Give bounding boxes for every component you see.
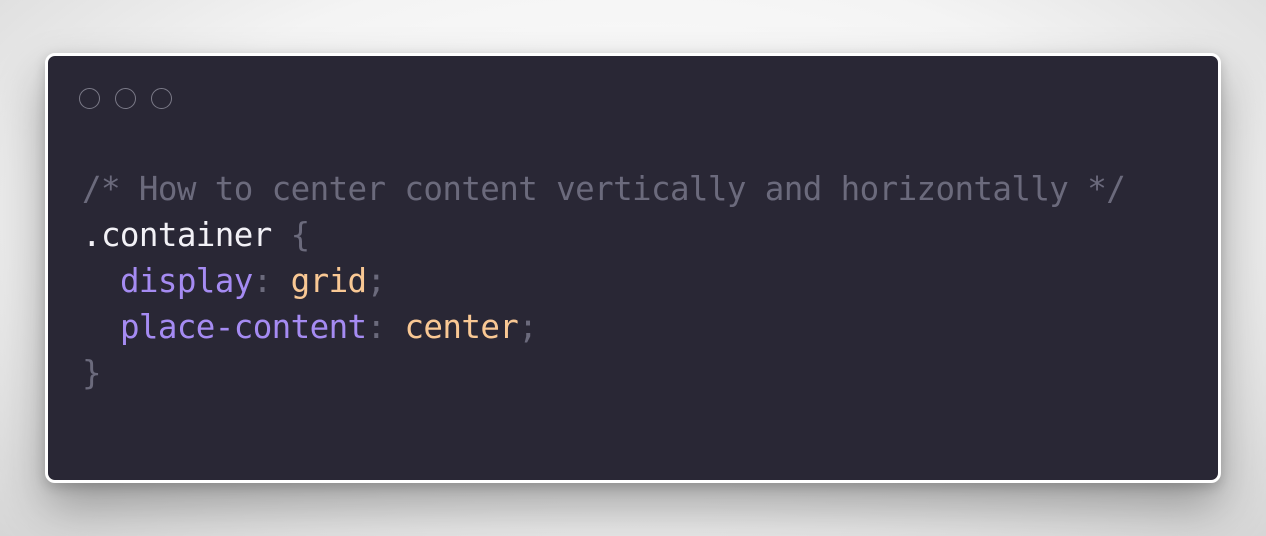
maximize-dot-icon[interactable] [151,88,172,109]
code-line-comment: /* How to center content vertically and … [82,166,1126,212]
colon: : [252,262,273,300]
close-brace: } [82,354,102,392]
code-window: /* How to center content vertically and … [45,53,1221,483]
semicolon: ; [366,262,387,300]
code-line-selector: .container { [82,212,1125,258]
code-line-close: } [82,350,1125,396]
colon: : [366,308,387,346]
property-value: grid [290,262,367,300]
open-brace: { [290,216,311,254]
minimize-dot-icon[interactable] [115,88,136,109]
code-line-declaration: display: grid; [82,258,1125,304]
comment-text: /* How to center content vertically and … [82,170,1126,208]
close-dot-icon[interactable] [79,88,100,109]
selector-text: .container [82,216,272,254]
property-name: display [119,262,253,300]
semicolon: ; [518,308,538,346]
window-controls [79,88,172,109]
code-line-declaration: place-content: center; [82,304,1125,350]
property-name: place-content [119,308,367,346]
code-block: /* How to center content vertically and … [82,166,1126,396]
property-value: center [404,308,519,346]
